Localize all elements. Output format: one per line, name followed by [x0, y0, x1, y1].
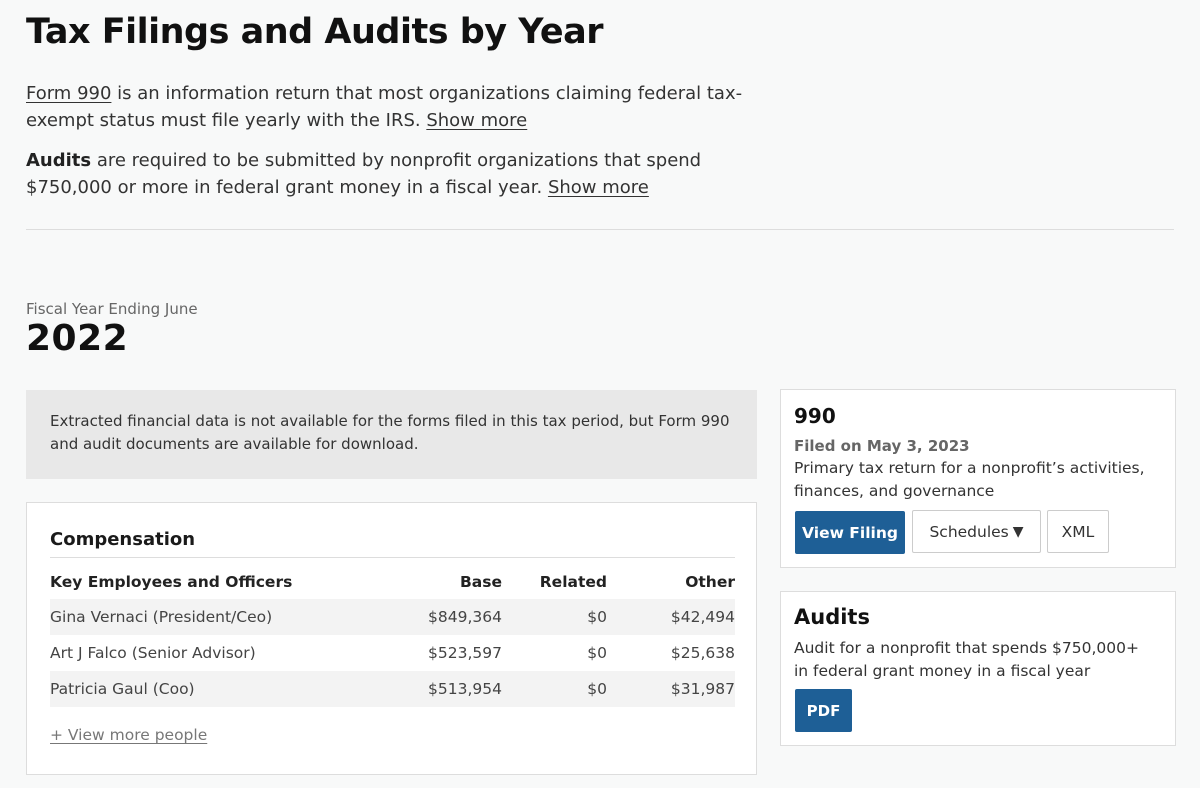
related-pay: $0	[502, 599, 607, 635]
view-filing-button[interactable]: View Filing	[795, 511, 905, 554]
audits-title: Audits	[794, 605, 870, 629]
audits-intro: Audits are required to be submitted by n…	[26, 147, 746, 201]
data-unavailable-notice: Extracted financial data is not availabl…	[26, 390, 757, 479]
audits-description: Audit for a nonprofit that spends $750,0…	[794, 639, 1139, 680]
fiscal-year-value: 2022	[26, 318, 129, 359]
form990-intro-text: is an information return that most organ…	[26, 83, 743, 131]
form-990-description: Primary tax return for a nonprofit’s act…	[794, 459, 1145, 500]
base-pay: $849,364	[350, 599, 502, 635]
pdf-button[interactable]: PDF	[795, 689, 852, 732]
compensation-card: Compensation Key Employees and Officers …	[26, 502, 757, 775]
employee-name: Gina Vernaci (President/Ceo)	[50, 599, 350, 635]
xml-button[interactable]: XML	[1047, 510, 1109, 553]
show-more-audits-link[interactable]: Show more	[548, 177, 649, 198]
form990-link[interactable]: Form 990	[26, 83, 111, 104]
table-row: Gina Vernaci (President/Ceo) $849,364 $0…	[50, 599, 735, 635]
related-pay: $0	[587, 644, 607, 662]
form-990-card: 990 Filed on May 3, 2023 Primary tax ret…	[780, 389, 1176, 568]
compensation-table: Key Employees and Officers Base Related …	[50, 565, 735, 707]
base-pay: $513,954	[350, 671, 502, 707]
other-pay: $25,638	[670, 644, 735, 662]
employee-name: Patricia Gaul (Coo)	[50, 671, 350, 707]
table-row: Art J Falco (Senior Advisor) $523,597 $0…	[50, 635, 735, 671]
header-other: Other	[685, 573, 735, 591]
page-title: Tax Filings and Audits by Year	[26, 12, 604, 52]
schedules-label: Schedules	[929, 522, 1009, 541]
form-990-title: 990	[794, 404, 836, 428]
section-divider	[26, 229, 1174, 230]
fiscal-year-label: Fiscal Year Ending June	[26, 300, 198, 318]
filed-date: Filed on May 3, 2023	[794, 437, 970, 455]
caret-down-icon: ▼	[1012, 523, 1024, 540]
other-pay: $31,987	[607, 671, 735, 707]
form990-intro: Form 990 is an information return that m…	[26, 80, 746, 134]
employee-name: Art J Falco (Senior Advisor)	[50, 644, 256, 662]
audits-intro-label: Audits	[26, 150, 92, 171]
schedules-dropdown-button[interactable]: Schedules ▼	[912, 510, 1041, 553]
view-more-people-link[interactable]: + View more people	[50, 726, 207, 744]
other-pay: $42,494	[607, 599, 735, 635]
header-employees: Key Employees and Officers	[50, 573, 293, 591]
table-row: Patricia Gaul (Coo) $513,954 $0 $31,987	[50, 671, 735, 707]
table-header-row: Key Employees and Officers Base Related …	[50, 565, 735, 599]
base-pay: $523,597	[428, 644, 502, 662]
page: Tax Filings and Audits by Year Form 990 …	[26, 0, 1200, 788]
show-more-form990-link[interactable]: Show more	[426, 110, 527, 131]
related-pay: $0	[502, 671, 607, 707]
header-base: Base	[459, 573, 502, 591]
audits-card: Audits Audit for a nonprofit that spends…	[780, 591, 1176, 746]
compensation-title: Compensation	[50, 529, 196, 550]
header-related: Related	[539, 573, 607, 591]
compensation-divider	[50, 557, 735, 558]
